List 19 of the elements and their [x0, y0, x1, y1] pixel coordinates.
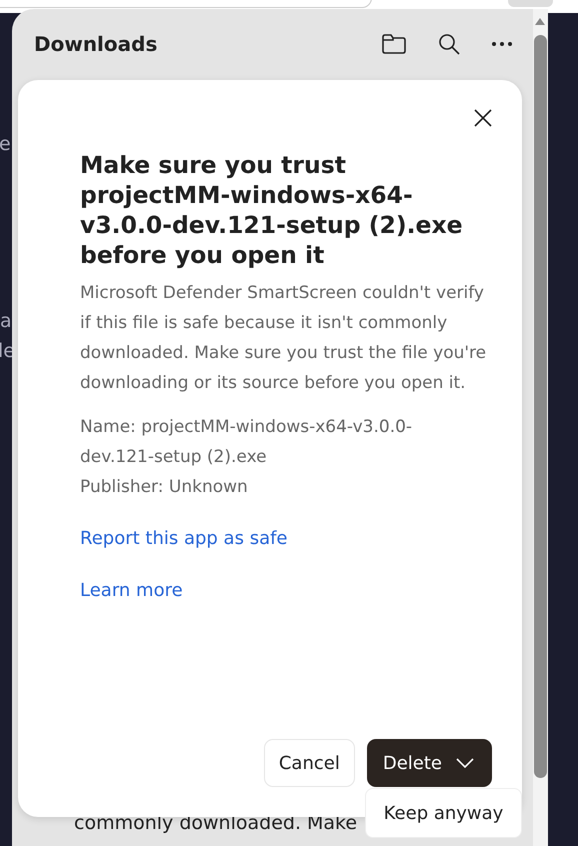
- file-detail: Name: projectMM-windows-x64-v3.0.0-dev.121-setup (2).exe: [80, 416, 414, 469]
- scrollbar[interactable]: [533, 9, 548, 846]
- close-icon[interactable]: [473, 108, 493, 128]
- dialog-title: Make sure you trust projectMM-windows-x64-v3.0.0-dev.121-setup (2).exe before you open it: [80, 150, 464, 270]
- chevron-down-icon: [456, 758, 474, 768]
- menu-item[interactable]: Keep anyway: [384, 802, 504, 824]
- link[interactable]: Learn more: [80, 576, 183, 606]
- warning-message: Microsoft Defender SmartScreen couldn't verify if this file is safe because it isn't commonly downloaded. Make sure you trust the file you're downloading or its source before you open it.: [80, 282, 488, 395]
- scroll-up-icon[interactable]: [535, 17, 545, 25]
- delete-button[interactable]: Delete: [366, 739, 492, 787]
- link[interactable]: Report this app as safe: [80, 524, 288, 554]
- cancel-button[interactable]: Cancel: [264, 739, 355, 787]
- more-icon[interactable]: [491, 41, 513, 47]
- background-text: a: [0, 310, 12, 332]
- background-text: e: [0, 133, 11, 155]
- folder-icon[interactable]: [381, 33, 407, 55]
- panel-title: Downloads: [34, 32, 158, 56]
- file-detail: Publisher: Unknown: [80, 476, 249, 499]
- search-icon[interactable]: [437, 32, 461, 56]
